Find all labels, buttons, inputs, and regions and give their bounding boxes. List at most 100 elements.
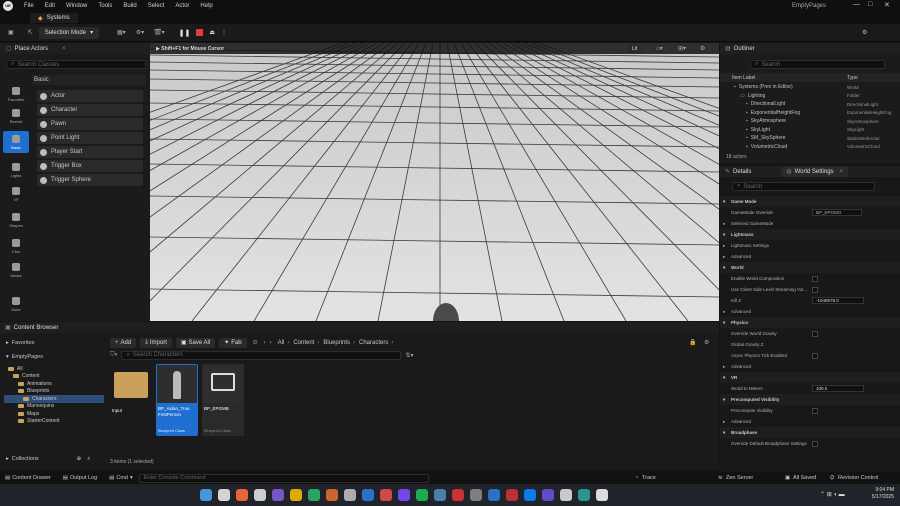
- favorites-header[interactable]: ▸ Favorites: [6, 338, 104, 348]
- snap-icon[interactable]: ⊞▾: [678, 45, 686, 52]
- details-section[interactable]: ▾ World: [720, 262, 900, 273]
- details-property[interactable]: ▸ Selected GameMode: [720, 218, 900, 229]
- breadcrumb-item[interactable]: All: [278, 340, 285, 346]
- details-property[interactable]: GameMode Override BP_EPGMO: [720, 207, 900, 218]
- content-settings-icon[interactable]: ⚙: [704, 339, 709, 346]
- console-command-input[interactable]: Enter Console Command: [138, 473, 429, 483]
- folder-tree-item[interactable]: Mannequins: [4, 403, 104, 411]
- asset-tile[interactable]: BP_Aidan_True FirstPerson Blueprint Class: [156, 364, 198, 436]
- actor-item[interactable]: Trigger Box: [37, 160, 143, 172]
- save-all-button[interactable]: ▣ Save All: [175, 337, 216, 348]
- details-property[interactable]: Override World Gravity: [720, 328, 900, 339]
- category-shapes[interactable]: Shapes: [3, 209, 29, 231]
- asset-tile[interactable]: BP_EPGMB Blueprint Class: [202, 364, 244, 436]
- category-vf[interactable]: VF: [3, 183, 29, 205]
- outliner-row[interactable]: ▭ Lighting Folder: [720, 92, 900, 101]
- asset-tile[interactable]: Input: [110, 364, 152, 436]
- minimize-button[interactable]: —: [853, 1, 860, 8]
- blueprint-icon[interactable]: ⚙▾: [136, 29, 144, 36]
- derived-data-button[interactable]: Zen Server: [726, 475, 753, 481]
- details-property[interactable]: Async Physics Tick Enabled: [720, 350, 900, 361]
- content-drawer-button[interactable]: Content Drawer: [12, 475, 51, 481]
- level-tab[interactable]: ◆ Systems: [30, 13, 78, 23]
- menu-select[interactable]: Select: [148, 3, 165, 9]
- details-property[interactable]: ▸ Advanced: [720, 251, 900, 262]
- actor-item[interactable]: Character: [37, 104, 143, 116]
- property-checkbox[interactable]: [812, 275, 818, 282]
- details-property[interactable]: World to Meters 100.0: [720, 383, 900, 394]
- taskbar-app-icon[interactable]: [524, 489, 536, 501]
- level-viewport[interactable]: ▶ Shift+F1 for Mouse Cursor Lit ⌂▾ ⊞▾ ⚙: [150, 43, 719, 321]
- menu-edit[interactable]: Edit: [45, 3, 55, 9]
- forward-icon[interactable]: ›: [270, 340, 272, 346]
- taskbar-app-icon[interactable]: [236, 489, 248, 501]
- details-property[interactable]: Precompute Visibility: [720, 405, 900, 416]
- folder-tree-item[interactable]: StarterContent: [4, 418, 104, 426]
- col-type[interactable]: Type: [847, 75, 858, 81]
- category-favorites[interactable]: Favorites: [3, 83, 29, 105]
- details-property[interactable]: Enable World Composition: [720, 273, 900, 284]
- taskbar-app-icon[interactable]: [272, 489, 284, 501]
- add-content-icon[interactable]: ▦▾: [117, 29, 126, 36]
- folder-tree-item[interactable]: Maps: [4, 410, 104, 418]
- sort-icon[interactable]: ⇅▾: [405, 352, 413, 359]
- details-section[interactable]: ▾ Physics: [720, 317, 900, 328]
- outliner-row[interactable]: ▪ Systems (Prev in Editor) World: [720, 83, 900, 92]
- details-property[interactable]: ▸ Lightmass Settings: [720, 240, 900, 251]
- taskbar-app-icon[interactable]: [290, 489, 302, 501]
- taskbar-app-icon[interactable]: [218, 489, 230, 501]
- folder-tree-item[interactable]: All: [4, 365, 104, 373]
- outliner-row[interactable]: ▪ SkyLight SkyLight: [720, 126, 900, 135]
- menu-actor[interactable]: Actor: [175, 3, 189, 9]
- taskbar-app-icon[interactable]: [254, 489, 266, 501]
- details-property[interactable]: Global Gravity Z: [720, 339, 900, 350]
- details-property[interactable]: ▸ Advanced: [720, 416, 900, 427]
- category-lights[interactable]: Lights: [3, 159, 29, 181]
- output-log-button[interactable]: Output Log: [70, 475, 97, 481]
- taskbar-app-icon[interactable]: [470, 489, 482, 501]
- outliner-row[interactable]: ▪ ExponentialHeightFog ExponentialHeightFo…: [720, 109, 900, 118]
- close-tab-icon[interactable]: ×: [840, 169, 844, 175]
- maximize-button[interactable]: □: [868, 1, 872, 8]
- details-property[interactable]: ▸ Advanced: [720, 306, 900, 317]
- details-section[interactable]: ▾ VR: [720, 372, 900, 383]
- taskbar-app-icon[interactable]: [542, 489, 554, 501]
- unreal-logo[interactable]: UE: [3, 1, 13, 11]
- close-tab-icon[interactable]: ×: [62, 46, 66, 52]
- property-checkbox[interactable]: [812, 407, 818, 414]
- actor-item[interactable]: Pawn: [37, 118, 143, 130]
- menu-window[interactable]: Window: [66, 3, 87, 9]
- tab-world-settings[interactable]: ◍ World Settings ×: [781, 166, 849, 177]
- details-section[interactable]: ▾ Broadphase: [720, 427, 900, 438]
- taskbar-app-icon[interactable]: [326, 489, 338, 501]
- menu-file[interactable]: File: [24, 3, 34, 9]
- details-property[interactable]: Override Default Broadphase Settings: [720, 438, 900, 449]
- revision-control-button[interactable]: Revision Control: [838, 475, 878, 481]
- folder-tree-item[interactable]: Characters: [4, 395, 104, 403]
- details-property[interactable]: ▸ Advanced: [720, 361, 900, 372]
- property-checkbox[interactable]: [812, 286, 818, 293]
- menu-build[interactable]: Build: [123, 3, 136, 9]
- details-section[interactable]: ▾ Lightmass: [720, 229, 900, 240]
- history-icon[interactable]: ⊙: [253, 339, 258, 346]
- import-button[interactable]: ⤓ Import: [140, 337, 172, 348]
- tab-details[interactable]: Details: [733, 169, 751, 175]
- class-search-input[interactable]: ⌕ Search Classes: [6, 60, 146, 69]
- clock[interactable]: 9:04 PM 5/17/2025: [858, 487, 894, 501]
- settings-icon[interactable]: ⚙: [862, 29, 867, 36]
- add-collection-icon[interactable]: ⊕: [77, 456, 82, 462]
- menu-tools[interactable]: Tools: [98, 3, 112, 9]
- kill-z-field[interactable]: -1048575.0: [812, 297, 864, 304]
- trace-button[interactable]: Trace: [642, 475, 656, 481]
- taskbar-app-icon[interactable]: [200, 489, 212, 501]
- save-icon[interactable]: ▣: [8, 29, 14, 36]
- breadcrumb-item[interactable]: Characters: [359, 340, 388, 346]
- selection-mode-dropdown[interactable]: Selection Mode ▾: [38, 26, 100, 39]
- view-mode-dropdown[interactable]: Lit: [628, 44, 642, 53]
- world-to-meters-field[interactable]: 100.0: [812, 385, 864, 392]
- fab-button[interactable]: ✦ Fab: [219, 337, 247, 348]
- taskbar-app-icon[interactable]: [398, 489, 410, 501]
- actor-item[interactable]: Player Start: [37, 146, 143, 158]
- project-header[interactable]: ▾ EmptyPages: [6, 352, 104, 362]
- category-recent[interactable]: Recent: [3, 105, 29, 127]
